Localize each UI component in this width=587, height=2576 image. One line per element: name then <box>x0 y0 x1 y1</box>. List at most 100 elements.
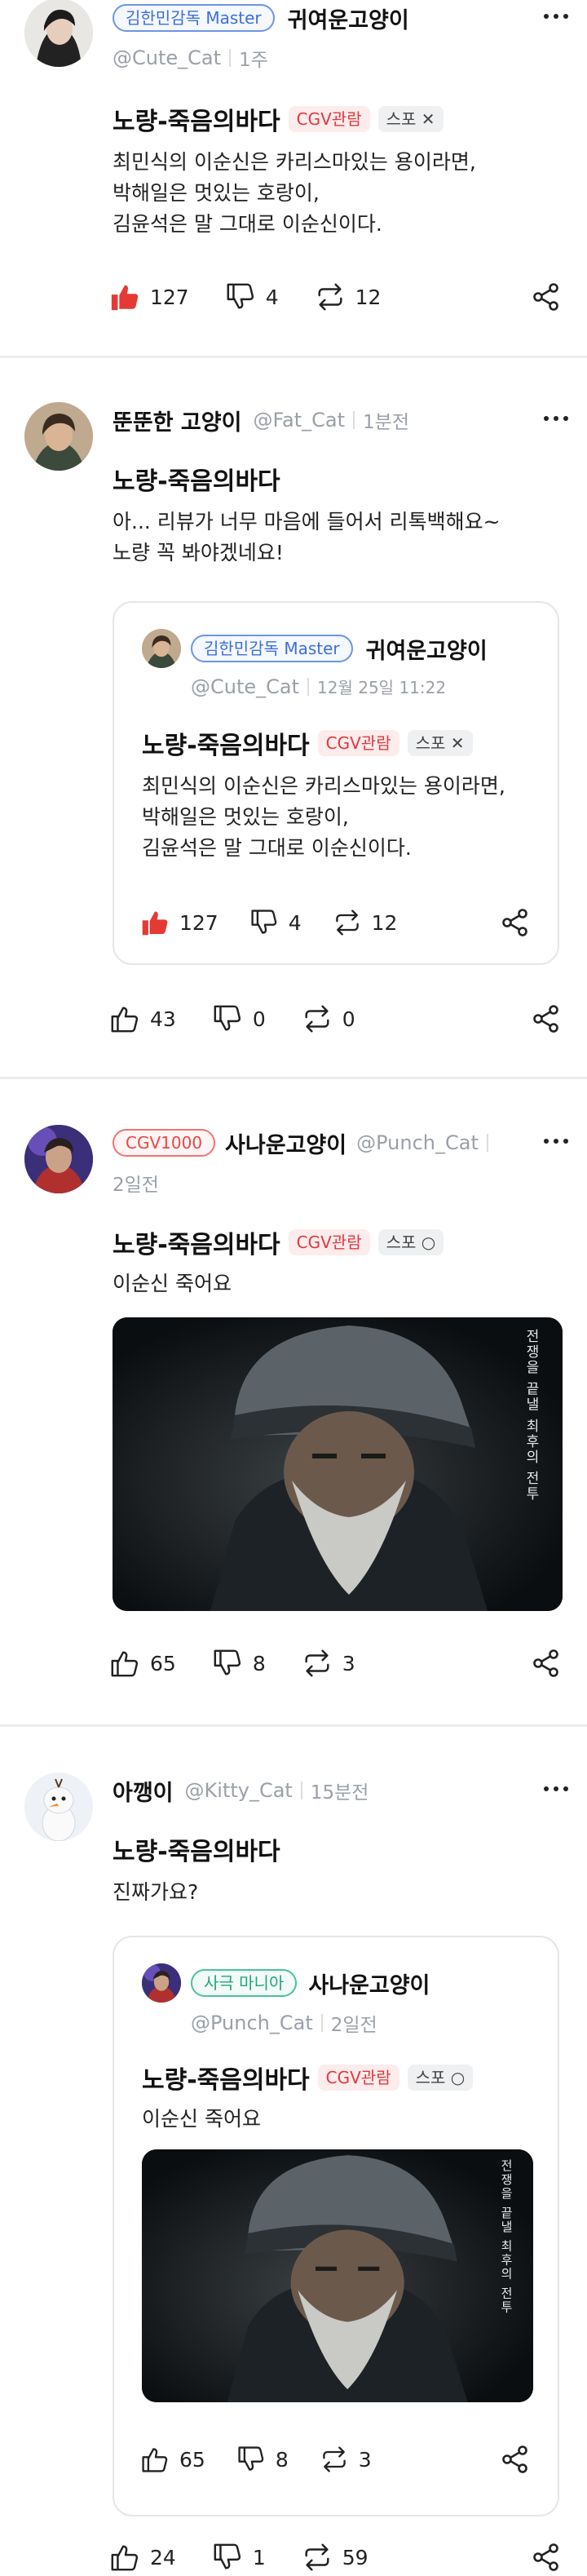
user-name[interactable]: 아깽이 <box>113 1775 174 1807</box>
poster-caption: 전쟁을 끝낼 최후의 전투 <box>523 1329 539 1503</box>
avatar[interactable] <box>24 402 93 471</box>
share-icon[interactable] <box>499 2443 532 2476</box>
share-icon[interactable] <box>499 906 532 939</box>
user-handle[interactable]: @Kitty_Cat <box>185 1779 293 1802</box>
like-button[interactable]: 24 <box>109 2542 176 2573</box>
post-time: 2일전 <box>330 2015 377 2036</box>
cgv-tag: CGV관람 <box>317 730 399 756</box>
avatar-image <box>24 402 93 471</box>
like-count: 127 <box>150 285 189 309</box>
movie-poster-image[interactable]: 전쟁을 끝낼 최후의 전투 <box>142 2149 533 2402</box>
thumbs-up-icon <box>140 908 170 937</box>
movie-title[interactable]: 노량-죽음의바다 <box>113 101 280 137</box>
poster-art <box>113 1317 563 1611</box>
like-button[interactable]: 127 <box>109 281 189 312</box>
share-icon[interactable] <box>530 1003 563 1035</box>
user-badge: 김한민감독 Master <box>113 4 275 32</box>
repost-button[interactable]: 3 <box>320 2445 372 2474</box>
like-count: 24 <box>150 2545 176 2569</box>
thumbs-up-icon <box>109 1003 140 1034</box>
poster-caption: 전쟁을 끝낼 최후의 전투 <box>499 2159 514 2315</box>
user-handle[interactable]: @Cute_Cat <box>191 675 299 698</box>
dislike-button[interactable]: 0 <box>212 1003 266 1034</box>
movie-title[interactable]: 노량-죽음의바다 <box>113 1831 280 1867</box>
user-name[interactable]: 사나운고양이 <box>225 1127 346 1159</box>
share-icon[interactable] <box>530 1647 563 1680</box>
more-icon[interactable] <box>540 410 572 427</box>
avatar[interactable] <box>24 1773 93 1841</box>
like-count: 127 <box>179 910 218 935</box>
thumbs-down-icon <box>225 281 256 312</box>
more-icon[interactable] <box>540 8 572 24</box>
more-icon[interactable] <box>540 1781 572 1797</box>
spoiler-tag: 스포 ○ <box>407 2065 474 2091</box>
post-time: 12월 25일 11:22 <box>317 678 447 697</box>
avatar[interactable] <box>142 1963 181 2003</box>
more-icon[interactable] <box>540 1133 572 1149</box>
like-button[interactable]: 65 <box>109 1648 176 1679</box>
user-name[interactable]: 사나운고양이 <box>308 1967 430 1999</box>
repost-button[interactable]: 0 <box>302 1003 355 1034</box>
repost-button[interactable]: 12 <box>315 281 382 312</box>
dislike-button[interactable]: 4 <box>249 908 302 937</box>
user-handle[interactable]: @Punch_Cat <box>191 2012 313 2034</box>
avatar-image <box>142 1963 181 2003</box>
repost-icon <box>320 2445 349 2474</box>
avatar[interactable] <box>142 629 181 668</box>
user-name[interactable]: 귀여운고양이 <box>288 2 409 34</box>
post-text: 최민식의 이순신은 카리스마있는 용이라면, 박해일은 멋있는 호랑이, 김윤석… <box>142 774 505 860</box>
repost-icon <box>315 281 346 312</box>
thumbs-down-icon <box>212 1648 243 1679</box>
dislike-button[interactable]: 8 <box>236 2445 289 2474</box>
user-name[interactable]: 귀여운고양이 <box>366 633 488 665</box>
like-count: 43 <box>150 1007 176 1031</box>
spoiler-tag: 스포 ✕ <box>377 106 444 132</box>
user-handle[interactable]: @Fat_Cat <box>253 409 345 432</box>
like-button[interactable]: 43 <box>109 1003 176 1034</box>
avatar[interactable] <box>24 0 93 67</box>
avatar-image <box>24 1773 93 1841</box>
user-handle[interactable]: @Punch_Cat <box>356 1131 479 1154</box>
dislike-button[interactable]: 1 <box>212 2542 266 2573</box>
movie-title[interactable]: 노량-죽음의바다 <box>142 2060 310 2096</box>
dislike-count: 1 <box>252 2545 266 2569</box>
repost-count: 12 <box>355 285 382 309</box>
movie-title[interactable]: 노량-죽음의바다 <box>142 725 310 761</box>
share-icon[interactable] <box>530 2541 563 2574</box>
like-button[interactable]: 65 <box>140 2445 205 2474</box>
repost-button[interactable]: 12 <box>333 908 398 937</box>
share-icon[interactable] <box>530 281 563 313</box>
dislike-count: 8 <box>275 2447 289 2472</box>
repost-icon <box>302 1003 333 1034</box>
repost-button[interactable]: 3 <box>302 1648 355 1679</box>
dislike-button[interactable]: 4 <box>225 281 279 312</box>
movie-poster-image[interactable]: 전쟁을 끝낼 최후의 전투 <box>113 1317 563 1611</box>
post-2[interactable]: 뚠뚠한 고양이 @Fat_Cat 1분전 노량-죽음의바다 아... 리뷰가 너… <box>0 358 587 1076</box>
repost-count: 12 <box>371 910 398 935</box>
quoted-post[interactable]: 김한민감독 Master 귀여운고양이 @Cute_Cat 12월 25일 11… <box>113 601 559 965</box>
repost-button[interactable]: 59 <box>302 2542 369 2573</box>
movie-title[interactable]: 노량-죽음의바다 <box>113 461 280 497</box>
post-4[interactable]: 아깽이 @Kitty_Cat 15분전 노량-죽음의바다 진짜가요? 사극 마니… <box>0 1727 587 2576</box>
post-text: 이순신 죽어요 <box>142 2107 261 2131</box>
like-button[interactable]: 127 <box>140 908 218 937</box>
post-time: 15분전 <box>310 1782 369 1804</box>
repost-icon <box>302 1648 333 1679</box>
dislike-count: 4 <box>288 910 302 935</box>
post-3[interactable]: CGV1000 사나운고양이 @Punch_Cat 2일전 노량-죽음의바다 C… <box>0 1079 587 1724</box>
dislike-count: 4 <box>265 285 279 309</box>
post-1[interactable]: 김한민감독 Master 귀여운고양이 @Cute_Cat 1주 노량-죽음의바… <box>0 0 587 359</box>
post-text: 진짜가요? <box>113 1880 199 1904</box>
quoted-post[interactable]: 사극 마니아 사나운고양이 @Punch_Cat 2일전 노량-죽음의바다 CG… <box>113 1936 559 2516</box>
user-handle[interactable]: @Cute_Cat <box>113 46 221 69</box>
avatar[interactable] <box>24 1125 93 1193</box>
user-name[interactable]: 뚠뚠한 고양이 <box>113 405 241 436</box>
thumbs-down-icon <box>212 2542 243 2573</box>
thumbs-down-icon <box>236 2445 266 2474</box>
dislike-count: 8 <box>252 1651 266 1675</box>
like-count: 65 <box>179 2447 205 2472</box>
dislike-button[interactable]: 8 <box>212 1648 266 1679</box>
post-text: 이순신 죽어요 <box>113 1272 232 1295</box>
movie-title[interactable]: 노량-죽음의바다 <box>113 1224 280 1260</box>
thumbs-up-icon <box>109 281 140 312</box>
